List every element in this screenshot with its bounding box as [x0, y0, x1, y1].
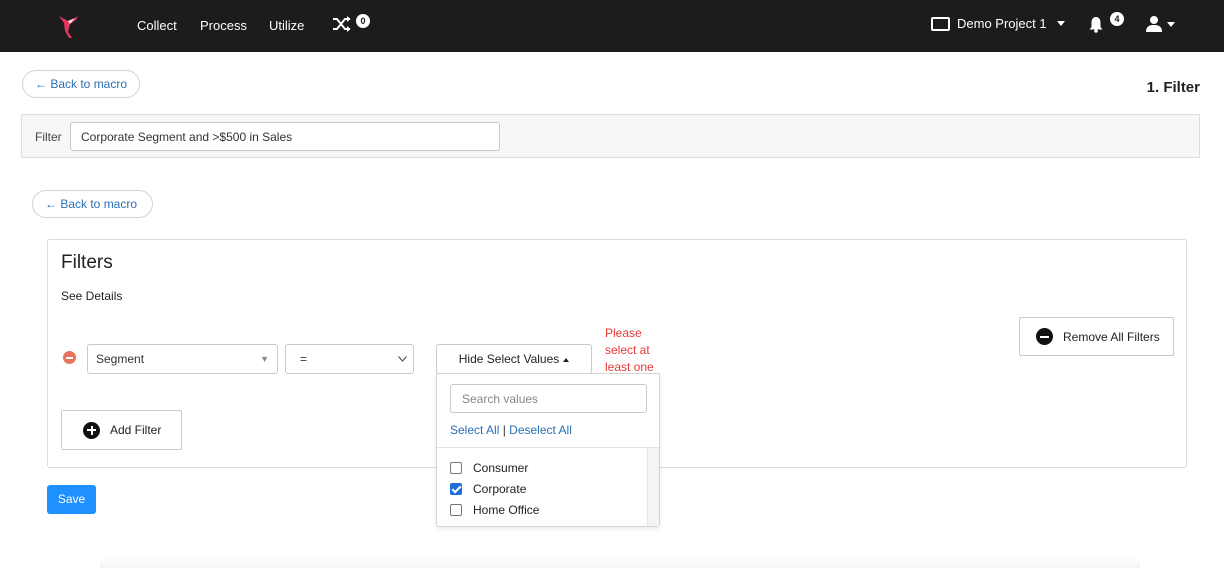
- shuffle-icon[interactable]: [332, 15, 352, 33]
- field-select-value: Segment: [96, 352, 145, 366]
- project-label: Demo Project 1: [957, 16, 1047, 31]
- values-list: Consumer Corporate Home Office: [437, 448, 647, 526]
- minus-circle-icon: [1036, 328, 1053, 345]
- nav-process[interactable]: Process: [200, 18, 247, 33]
- see-details-link[interactable]: See Details: [61, 289, 122, 303]
- bell-icon[interactable]: [1089, 16, 1103, 33]
- plus-circle-icon: [83, 421, 100, 439]
- user-icon: [1146, 16, 1162, 32]
- chevron-down-icon: [1056, 21, 1065, 26]
- operator-select[interactable]: =: [285, 344, 414, 374]
- hide-select-values-button[interactable]: Hide Select Values: [436, 344, 592, 374]
- filter-name-input[interactable]: [70, 122, 500, 151]
- nav-utilize[interactable]: Utilize: [269, 18, 304, 33]
- filter-name-label: Filter: [35, 130, 62, 144]
- step-title: 1. Filter: [1146, 79, 1200, 96]
- option-label: Consumer: [473, 461, 529, 475]
- link-separator: |: [502, 423, 506, 437]
- add-filter-label: Add Filter: [110, 423, 162, 437]
- add-filter-button[interactable]: Add Filter: [61, 410, 182, 450]
- remove-filter-row-icon[interactable]: [63, 351, 76, 364]
- filter-name-bar: Filter: [21, 114, 1200, 158]
- hide-select-values-label: Hide Select Values: [458, 352, 560, 366]
- select-all-link[interactable]: Select All: [450, 423, 499, 437]
- value-option-home-office[interactable]: Home Office: [450, 502, 539, 518]
- project-selector[interactable]: Demo Project 1: [931, 16, 1065, 31]
- value-option-corporate[interactable]: Corporate: [450, 481, 526, 497]
- deselect-all-link[interactable]: Deselect All: [509, 423, 572, 437]
- value-option-consumer[interactable]: Consumer: [450, 460, 528, 476]
- option-label: Home Office: [473, 503, 540, 517]
- checkbox[interactable]: [450, 483, 462, 495]
- caret-up-icon: [563, 357, 570, 362]
- select-arrow-icon: ▼: [260, 354, 269, 364]
- validation-error: Please select at least one: [605, 326, 654, 374]
- hummingbird-logo-icon[interactable]: [56, 12, 84, 40]
- checkbox[interactable]: [450, 462, 462, 474]
- chevron-down-icon: [398, 356, 407, 362]
- save-button[interactable]: Save: [47, 485, 96, 514]
- shuffle-count-badge: 0: [356, 14, 370, 28]
- values-search-input[interactable]: [450, 384, 647, 413]
- remove-all-filters-label: Remove All Filters: [1063, 329, 1160, 344]
- checkbox[interactable]: [450, 504, 462, 516]
- notification-count-badge: 4: [1110, 12, 1124, 26]
- top-navbar: Collect Process Utilize 0 Demo Project 1…: [0, 0, 1224, 52]
- chevron-down-icon: [1167, 21, 1175, 27]
- remove-all-filters-button[interactable]: Remove All Filters: [1019, 317, 1174, 356]
- values-dropdown: Select All | Deselect All Consumer Corpo…: [436, 373, 660, 527]
- scrollbar[interactable]: [647, 448, 659, 526]
- folder-icon: [931, 16, 950, 31]
- field-select[interactable]: Segment ▼: [87, 344, 278, 374]
- nav-collect[interactable]: Collect: [137, 18, 177, 33]
- operator-select-value: =: [300, 352, 308, 366]
- select-links: Select All | Deselect All: [450, 423, 572, 437]
- filters-title: Filters: [61, 252, 113, 273]
- footer-shadow: [100, 556, 1140, 568]
- back-to-macro-button[interactable]: ← Back to macro: [22, 70, 141, 98]
- back-to-macro-button-secondary[interactable]: ← Back to macro: [32, 190, 153, 218]
- user-menu[interactable]: [1146, 15, 1175, 33]
- option-label: Corporate: [473, 482, 527, 496]
